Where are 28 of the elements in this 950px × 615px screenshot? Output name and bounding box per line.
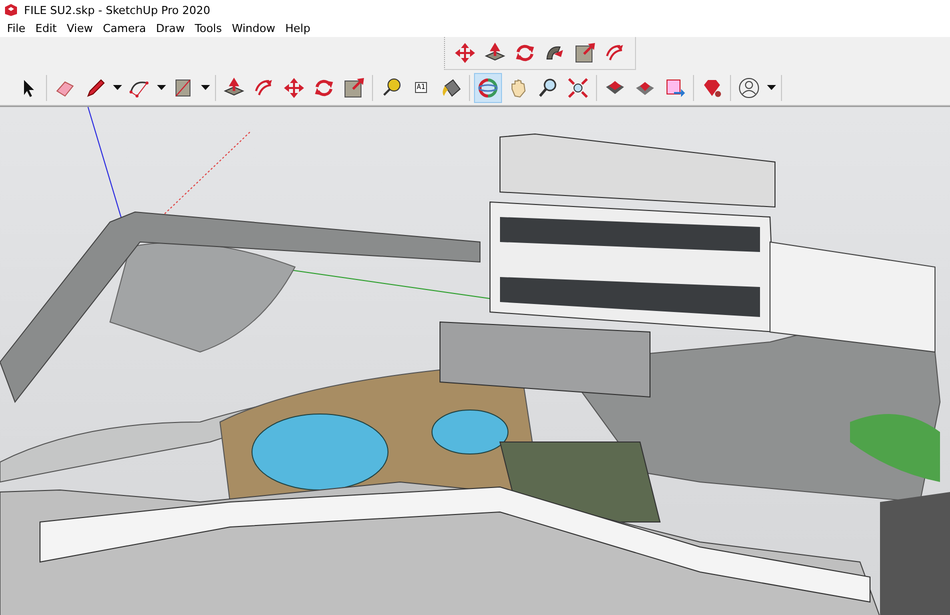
menu-item[interactable]: Window: [226, 22, 280, 35]
caret-icon: [766, 85, 776, 90]
zoom-extents-icon: [567, 76, 589, 98]
four-way-arrows-icon: [454, 42, 476, 64]
caret-icon: [112, 85, 122, 90]
app-logo-icon: [4, 3, 18, 17]
menu-item[interactable]: Help: [280, 22, 316, 35]
caret-icon: [200, 85, 210, 90]
four-way-arrows-icon: [283, 76, 305, 98]
menu-item[interactable]: Camera: [98, 22, 152, 35]
send-to-layout-icon: [664, 76, 686, 98]
paint-bucket-icon: [440, 76, 462, 98]
orbit-tool-button[interactable]: [474, 72, 502, 102]
rotate-icon: [514, 42, 536, 64]
menu-item[interactable]: View: [62, 22, 98, 35]
menu-item[interactable]: File: [2, 22, 30, 35]
caret-icon: [156, 85, 166, 90]
user-profile-icon: [738, 76, 760, 98]
magnifier-icon: [537, 76, 559, 98]
scale-icon: [574, 42, 596, 64]
window-title: FILE SU2.skp - SketchUp Pro 2020: [24, 4, 210, 16]
orbit-icon: [477, 76, 499, 98]
scale-icon: [343, 76, 365, 98]
menu-item[interactable]: Edit: [30, 22, 62, 35]
pencil-icon: [84, 76, 106, 98]
menu-item[interactable]: Tools: [190, 22, 227, 35]
menu-item[interactable]: Draw: [151, 22, 190, 35]
push-pull-icon: [223, 76, 245, 98]
